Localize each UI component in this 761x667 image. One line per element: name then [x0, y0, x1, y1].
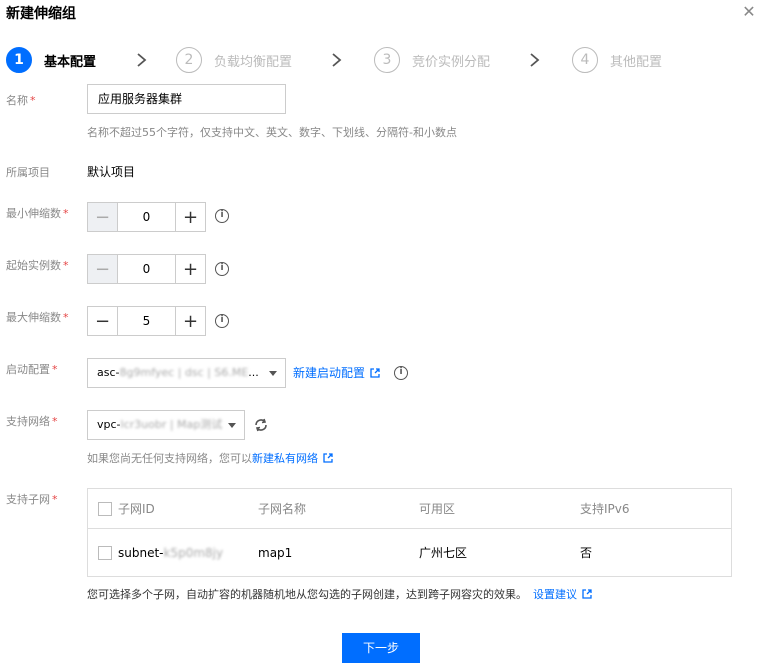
- max-size-label: 最大伸缩数 *: [6, 311, 69, 324]
- select-value-suffix: ...: [248, 366, 259, 379]
- select-value-prefix: vpc-: [97, 418, 121, 431]
- step-label: 竞价实例分配: [412, 54, 491, 70]
- caret-down-icon: [228, 423, 236, 428]
- min-size-stepper: − 0 +: [87, 202, 206, 232]
- desired-input[interactable]: 0: [118, 255, 175, 283]
- chevron-right-icon: [530, 53, 540, 67]
- header-zone: 可用区: [419, 502, 456, 516]
- create-vpc-link[interactable]: 新建私有网络: [252, 450, 333, 466]
- header-ipv6: 支持IPv6: [580, 502, 630, 516]
- info-icon[interactable]: i: [215, 314, 229, 328]
- increment-button[interactable]: +: [175, 203, 205, 231]
- step-label: 基本配置: [44, 54, 97, 70]
- select-value-prefix: asc-: [97, 366, 120, 379]
- next-button[interactable]: 下一步: [342, 633, 420, 663]
- close-icon[interactable]: ✕: [741, 4, 757, 20]
- increment-button[interactable]: +: [175, 307, 205, 335]
- name-label: 名称 *: [6, 94, 36, 107]
- table-header: 子网ID 子网名称 可用区 支持IPv6: [88, 489, 731, 529]
- step-label: 负载均衡配置: [214, 54, 293, 70]
- chevron-right-icon: [137, 53, 147, 67]
- subnet-label: 支持子网 *: [6, 493, 58, 506]
- min-size-input[interactable]: 0: [118, 203, 175, 231]
- network-hint: 如果您尚无任何支持网络，您可以 新建私有网络: [87, 450, 333, 466]
- step-spot-allocation[interactable]: 3 竞价实例分配: [374, 46, 490, 74]
- chevron-right-icon: [332, 53, 342, 67]
- project-value: 默认项目: [87, 165, 136, 179]
- column-label: 子网ID: [118, 502, 155, 516]
- info-icon[interactable]: i: [215, 262, 229, 276]
- step-number: 2: [176, 47, 202, 73]
- name-hint: 名称不超过55个字符，仅支持中文、英文、数字、下划线、分隔符-和小数点: [87, 126, 457, 139]
- select-value-masked: lcr3uobr | Map测试: [120, 418, 223, 431]
- cell-subnet-id: subnet-k5p0m8jy: [98, 529, 223, 576]
- launch-config-label: 启动配置 *: [6, 363, 58, 376]
- decrement-button[interactable]: −: [88, 255, 118, 283]
- step-number: 4: [572, 47, 598, 73]
- info-icon[interactable]: i: [394, 366, 408, 380]
- step-load-balancer[interactable]: 2 负载均衡配置: [176, 46, 292, 74]
- external-link-icon: [323, 453, 333, 463]
- subnet-id-prefix: subnet-: [118, 545, 164, 560]
- network-label: 支持网络 *: [6, 415, 58, 428]
- max-size-input[interactable]: 5: [118, 307, 175, 335]
- step-other-config[interactable]: 4 其他配置: [572, 46, 662, 74]
- caret-down-icon: [269, 371, 277, 376]
- network-select[interactable]: vpc-lcr3uobr | Map测试: [87, 410, 245, 440]
- select-value-masked: 8g9mfyec | dsc | S6.ME: [119, 366, 249, 379]
- step-label: 其他配置: [610, 54, 663, 70]
- increment-button[interactable]: +: [175, 255, 205, 283]
- row-checkbox[interactable]: [98, 545, 112, 560]
- header-subnet-id: 子网ID: [98, 489, 155, 528]
- table-row[interactable]: subnet-k5p0m8jy map1 广州七区 否: [88, 529, 731, 576]
- subnet-table: 子网ID 子网名称 可用区 支持IPv6 subnet-k5p0m8jy map…: [87, 488, 732, 577]
- min-size-label: 最小伸缩数 *: [6, 207, 69, 220]
- decrement-button[interactable]: −: [88, 203, 118, 231]
- step-number: 3: [374, 47, 400, 73]
- info-icon[interactable]: i: [215, 209, 229, 223]
- refresh-icon[interactable]: [253, 417, 269, 433]
- decrement-button[interactable]: −: [88, 307, 118, 335]
- external-link-icon: [370, 367, 380, 378]
- step-number: 1: [6, 47, 32, 73]
- desired-stepper: − 0 +: [87, 254, 206, 284]
- select-all-checkbox[interactable]: [98, 501, 112, 516]
- subnet-advice-link[interactable]: 设置建议: [533, 586, 592, 602]
- project-label: 所属项目: [6, 166, 50, 179]
- name-input[interactable]: 应用服务器集群: [87, 84, 286, 114]
- header-subnet-name: 子网名称: [258, 502, 307, 516]
- dialog-title: 新建伸缩组: [6, 6, 76, 22]
- stepper-nav: 1 基本配置 2 负载均衡配置 3 竞价实例分配 4 其他配置: [6, 46, 706, 74]
- cell-subnet-name: map1: [258, 545, 293, 560]
- external-link-icon: [582, 589, 592, 599]
- cell-zone: 广州七区: [419, 546, 468, 560]
- max-size-stepper: − 5 +: [87, 306, 206, 336]
- step-basic-config[interactable]: 1 基本配置: [6, 46, 96, 74]
- desired-label: 起始实例数 *: [6, 259, 69, 272]
- subnet-id-masked: k5p0m8jy: [163, 545, 224, 560]
- create-launch-config-link[interactable]: 新建启动配置: [293, 364, 380, 381]
- launch-config-select[interactable]: asc-8g9mfyec | dsc | S6.ME...: [87, 358, 286, 388]
- cell-ipv6: 否: [580, 546, 593, 560]
- subnet-hint: 您可选择多个子网，自动扩容的机器随机地从您勾选的子网创建，达到跨子网容灾的效果。…: [87, 586, 592, 602]
